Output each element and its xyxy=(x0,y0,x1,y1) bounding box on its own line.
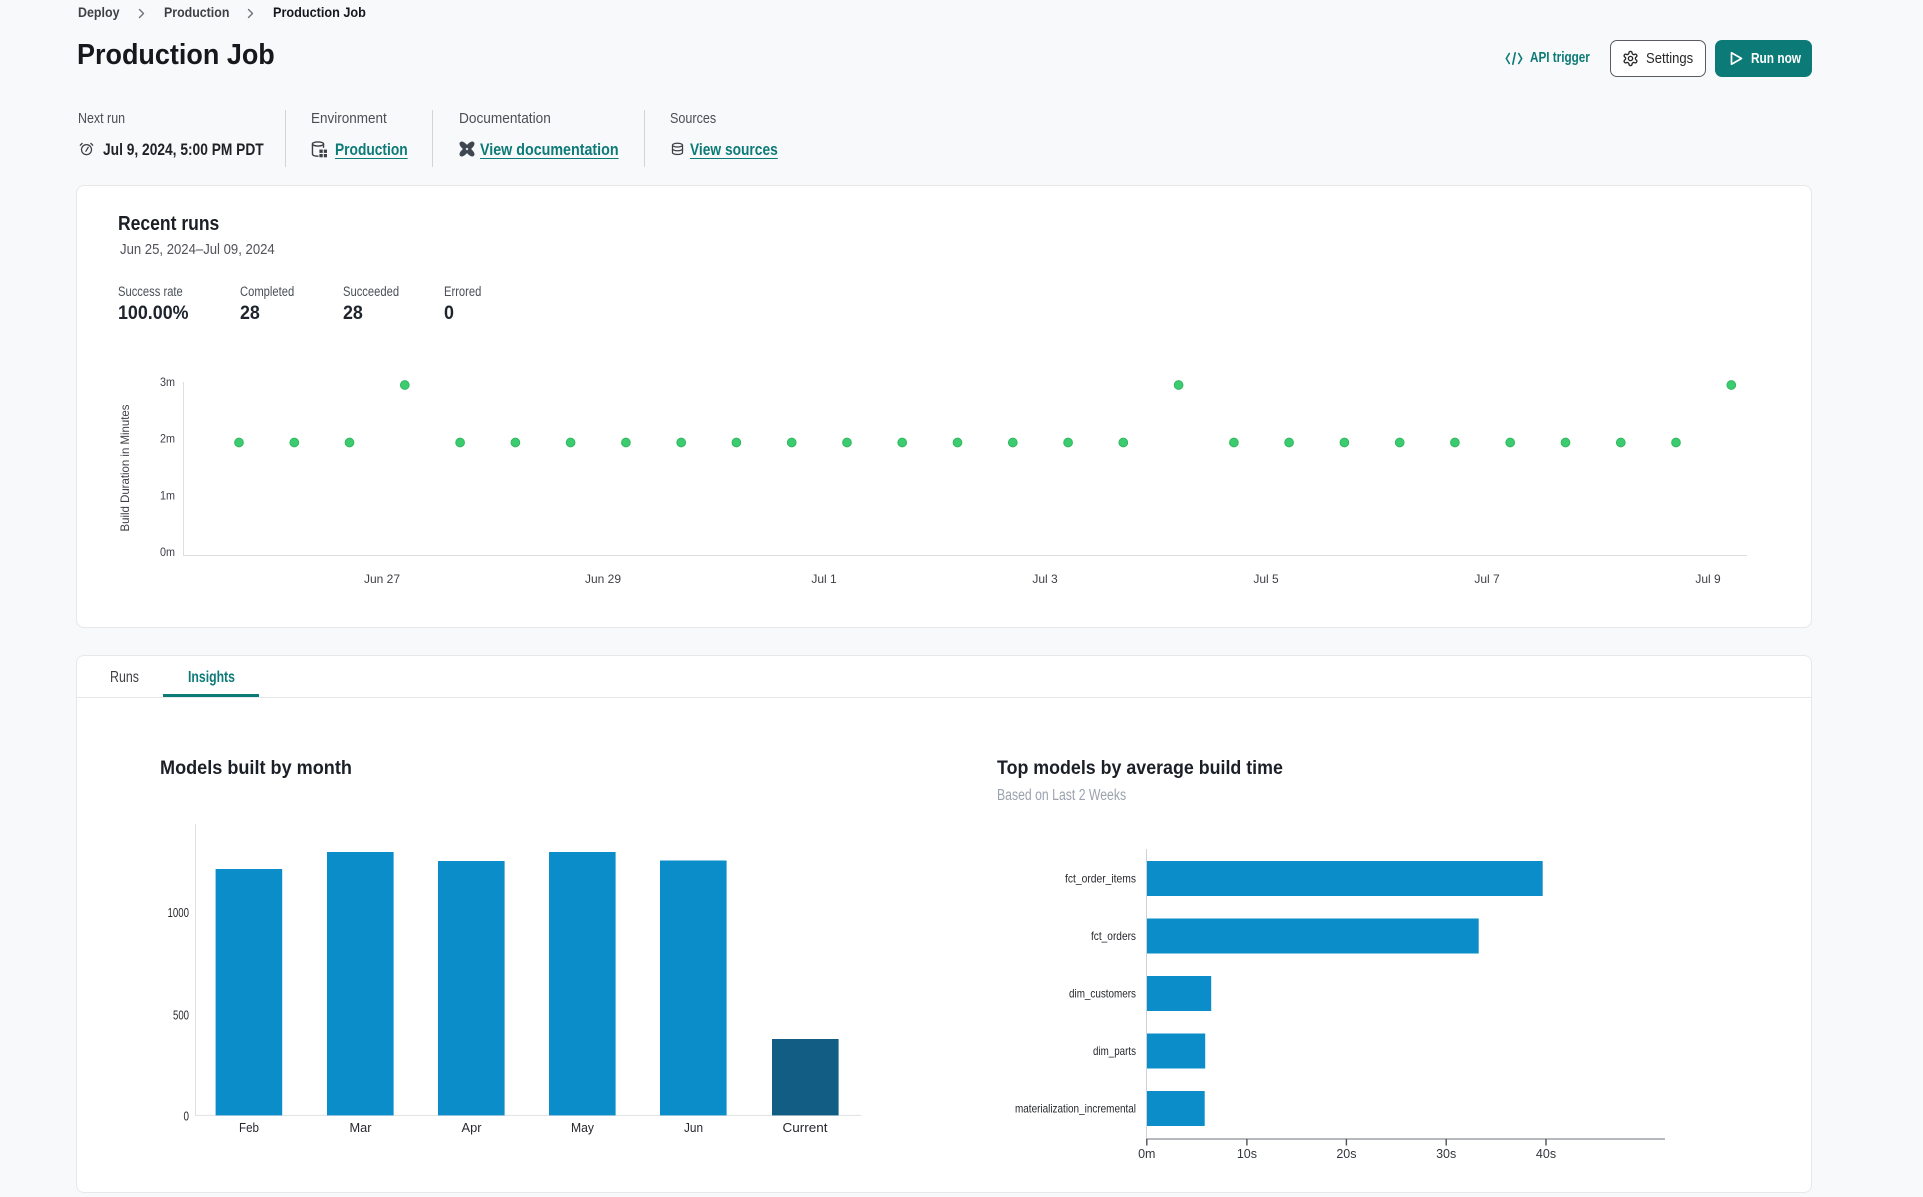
svg-text:Jul 7: Jul 7 xyxy=(1474,572,1500,586)
svg-text:fct_order_items: fct_order_items xyxy=(1065,872,1136,886)
svg-text:1m: 1m xyxy=(160,490,175,502)
svg-text:20s: 20s xyxy=(1336,1147,1356,1161)
svg-text:dim_parts: dim_parts xyxy=(1093,1044,1136,1058)
svg-text:30s: 30s xyxy=(1436,1147,1456,1161)
svg-text:Jun 29: Jun 29 xyxy=(585,572,621,586)
svg-text:0m: 0m xyxy=(1138,1147,1155,1161)
svg-text:dim_customers: dim_customers xyxy=(1069,987,1136,1001)
svg-text:40s: 40s xyxy=(1536,1147,1556,1161)
svg-text:Feb: Feb xyxy=(239,1121,259,1135)
svg-text:Jun 27: Jun 27 xyxy=(364,572,400,586)
svg-text:0m: 0m xyxy=(160,547,175,559)
svg-text:May: May xyxy=(571,1121,595,1135)
svg-text:Jul 3: Jul 3 xyxy=(1032,572,1058,586)
svg-text:3m: 3m xyxy=(160,377,175,389)
svg-text:2m: 2m xyxy=(160,434,175,446)
svg-text:Mar: Mar xyxy=(350,1121,372,1135)
svg-text:10s: 10s xyxy=(1237,1147,1257,1161)
svg-text:0: 0 xyxy=(184,1110,190,1124)
svg-text:fct_orders: fct_orders xyxy=(1091,929,1136,943)
svg-text:Build Duration in Minutes: Build Duration in Minutes xyxy=(118,405,132,532)
svg-text:Jun: Jun xyxy=(684,1121,703,1135)
svg-text:Current: Current xyxy=(783,1121,829,1135)
svg-text:Jul 5: Jul 5 xyxy=(1253,572,1279,586)
svg-text:500: 500 xyxy=(173,1009,189,1023)
svg-text:Jul 9: Jul 9 xyxy=(1695,572,1721,586)
svg-text:materialization_incremental: materialization_incremental xyxy=(1015,1102,1136,1116)
svg-text:Jul 1: Jul 1 xyxy=(811,572,837,586)
svg-text:Apr: Apr xyxy=(462,1121,482,1135)
svg-text:1000: 1000 xyxy=(168,906,190,920)
